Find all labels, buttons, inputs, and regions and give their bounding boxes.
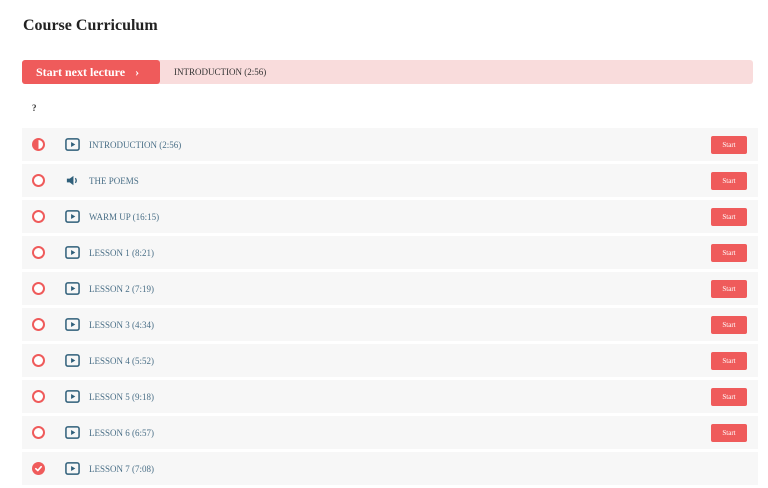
audio-icon — [65, 173, 80, 188]
lecture-row[interactable]: INTRODUCTION (2:56) Start — [22, 128, 758, 161]
not-started-icon — [32, 318, 45, 331]
next-lecture-title: INTRODUCTION (2:56) — [174, 67, 267, 77]
not-started-icon — [32, 426, 45, 439]
lecture-title[interactable]: LESSON 7 (7:08) — [89, 452, 154, 485]
lecture-row[interactable]: LESSON 3 (4:34) Start — [22, 308, 758, 341]
lecture-title[interactable]: LESSON 5 (9:18) — [89, 380, 154, 413]
start-button[interactable]: Start — [711, 352, 747, 370]
next-lecture-bar: Start next lecture › INTRODUCTION (2:56) — [22, 60, 753, 84]
not-started-icon — [32, 354, 45, 367]
section-title: ? — [32, 103, 37, 113]
lecture-title[interactable]: THE POEMS — [89, 164, 139, 197]
video-icon — [65, 281, 80, 296]
curriculum-page: Course Curriculum Start next lecture › I… — [0, 0, 768, 486]
in-progress-icon — [32, 138, 45, 151]
lecture-title[interactable]: LESSON 1 (8:21) — [89, 236, 154, 269]
not-started-icon — [32, 282, 45, 295]
video-icon — [65, 137, 80, 152]
lecture-row[interactable]: LESSON 5 (9:18) Start — [22, 380, 758, 413]
start-button[interactable]: Start — [711, 388, 747, 406]
start-button[interactable]: Start — [711, 208, 747, 226]
not-started-icon — [32, 246, 45, 259]
start-button[interactable]: Start — [711, 316, 747, 334]
video-icon — [65, 317, 80, 332]
chevron-right-icon: › — [135, 64, 140, 79]
not-started-icon — [32, 210, 45, 223]
not-started-icon — [32, 174, 45, 187]
lecture-row[interactable]: LESSON 4 (5:52) Start — [22, 344, 758, 377]
start-next-lecture-button[interactable]: Start next lecture › — [22, 60, 160, 84]
start-button[interactable]: Start — [711, 172, 747, 190]
not-started-icon — [32, 390, 45, 403]
lecture-title[interactable]: LESSON 4 (5:52) — [89, 344, 154, 377]
video-icon — [65, 245, 80, 260]
lecture-list: INTRODUCTION (2:56) Start THE POEMS Start WA… — [22, 128, 758, 488]
lecture-row[interactable]: LESSON 7 (7:08) — [22, 452, 758, 485]
start-next-lecture-label: Start next lecture — [36, 64, 126, 79]
lecture-title[interactable]: LESSON 6 (6:57) — [89, 416, 154, 449]
lecture-title[interactable]: LESSON 3 (4:34) — [89, 308, 154, 341]
completed-check-icon — [32, 462, 45, 475]
start-button[interactable]: Start — [711, 280, 747, 298]
video-icon — [65, 389, 80, 404]
lecture-row[interactable]: WARM UP (16:15) Start — [22, 200, 758, 233]
video-icon — [65, 425, 80, 440]
lecture-row[interactable]: LESSON 1 (8:21) Start — [22, 236, 758, 269]
video-icon — [65, 353, 80, 368]
start-button[interactable]: Start — [711, 136, 747, 154]
video-icon — [65, 461, 80, 476]
lecture-title[interactable]: LESSON 2 (7:19) — [89, 272, 154, 305]
lecture-row[interactable]: LESSON 6 (6:57) Start — [22, 416, 758, 449]
lecture-title[interactable]: WARM UP (16:15) — [89, 200, 159, 233]
lecture-title[interactable]: INTRODUCTION (2:56) — [89, 128, 181, 161]
start-button[interactable]: Start — [711, 424, 747, 442]
video-icon — [65, 209, 80, 224]
lecture-row[interactable]: THE POEMS Start — [22, 164, 758, 197]
lecture-row[interactable]: LESSON 2 (7:19) Start — [22, 272, 758, 305]
page-title: Course Curriculum — [23, 17, 158, 34]
start-button[interactable]: Start — [711, 244, 747, 262]
